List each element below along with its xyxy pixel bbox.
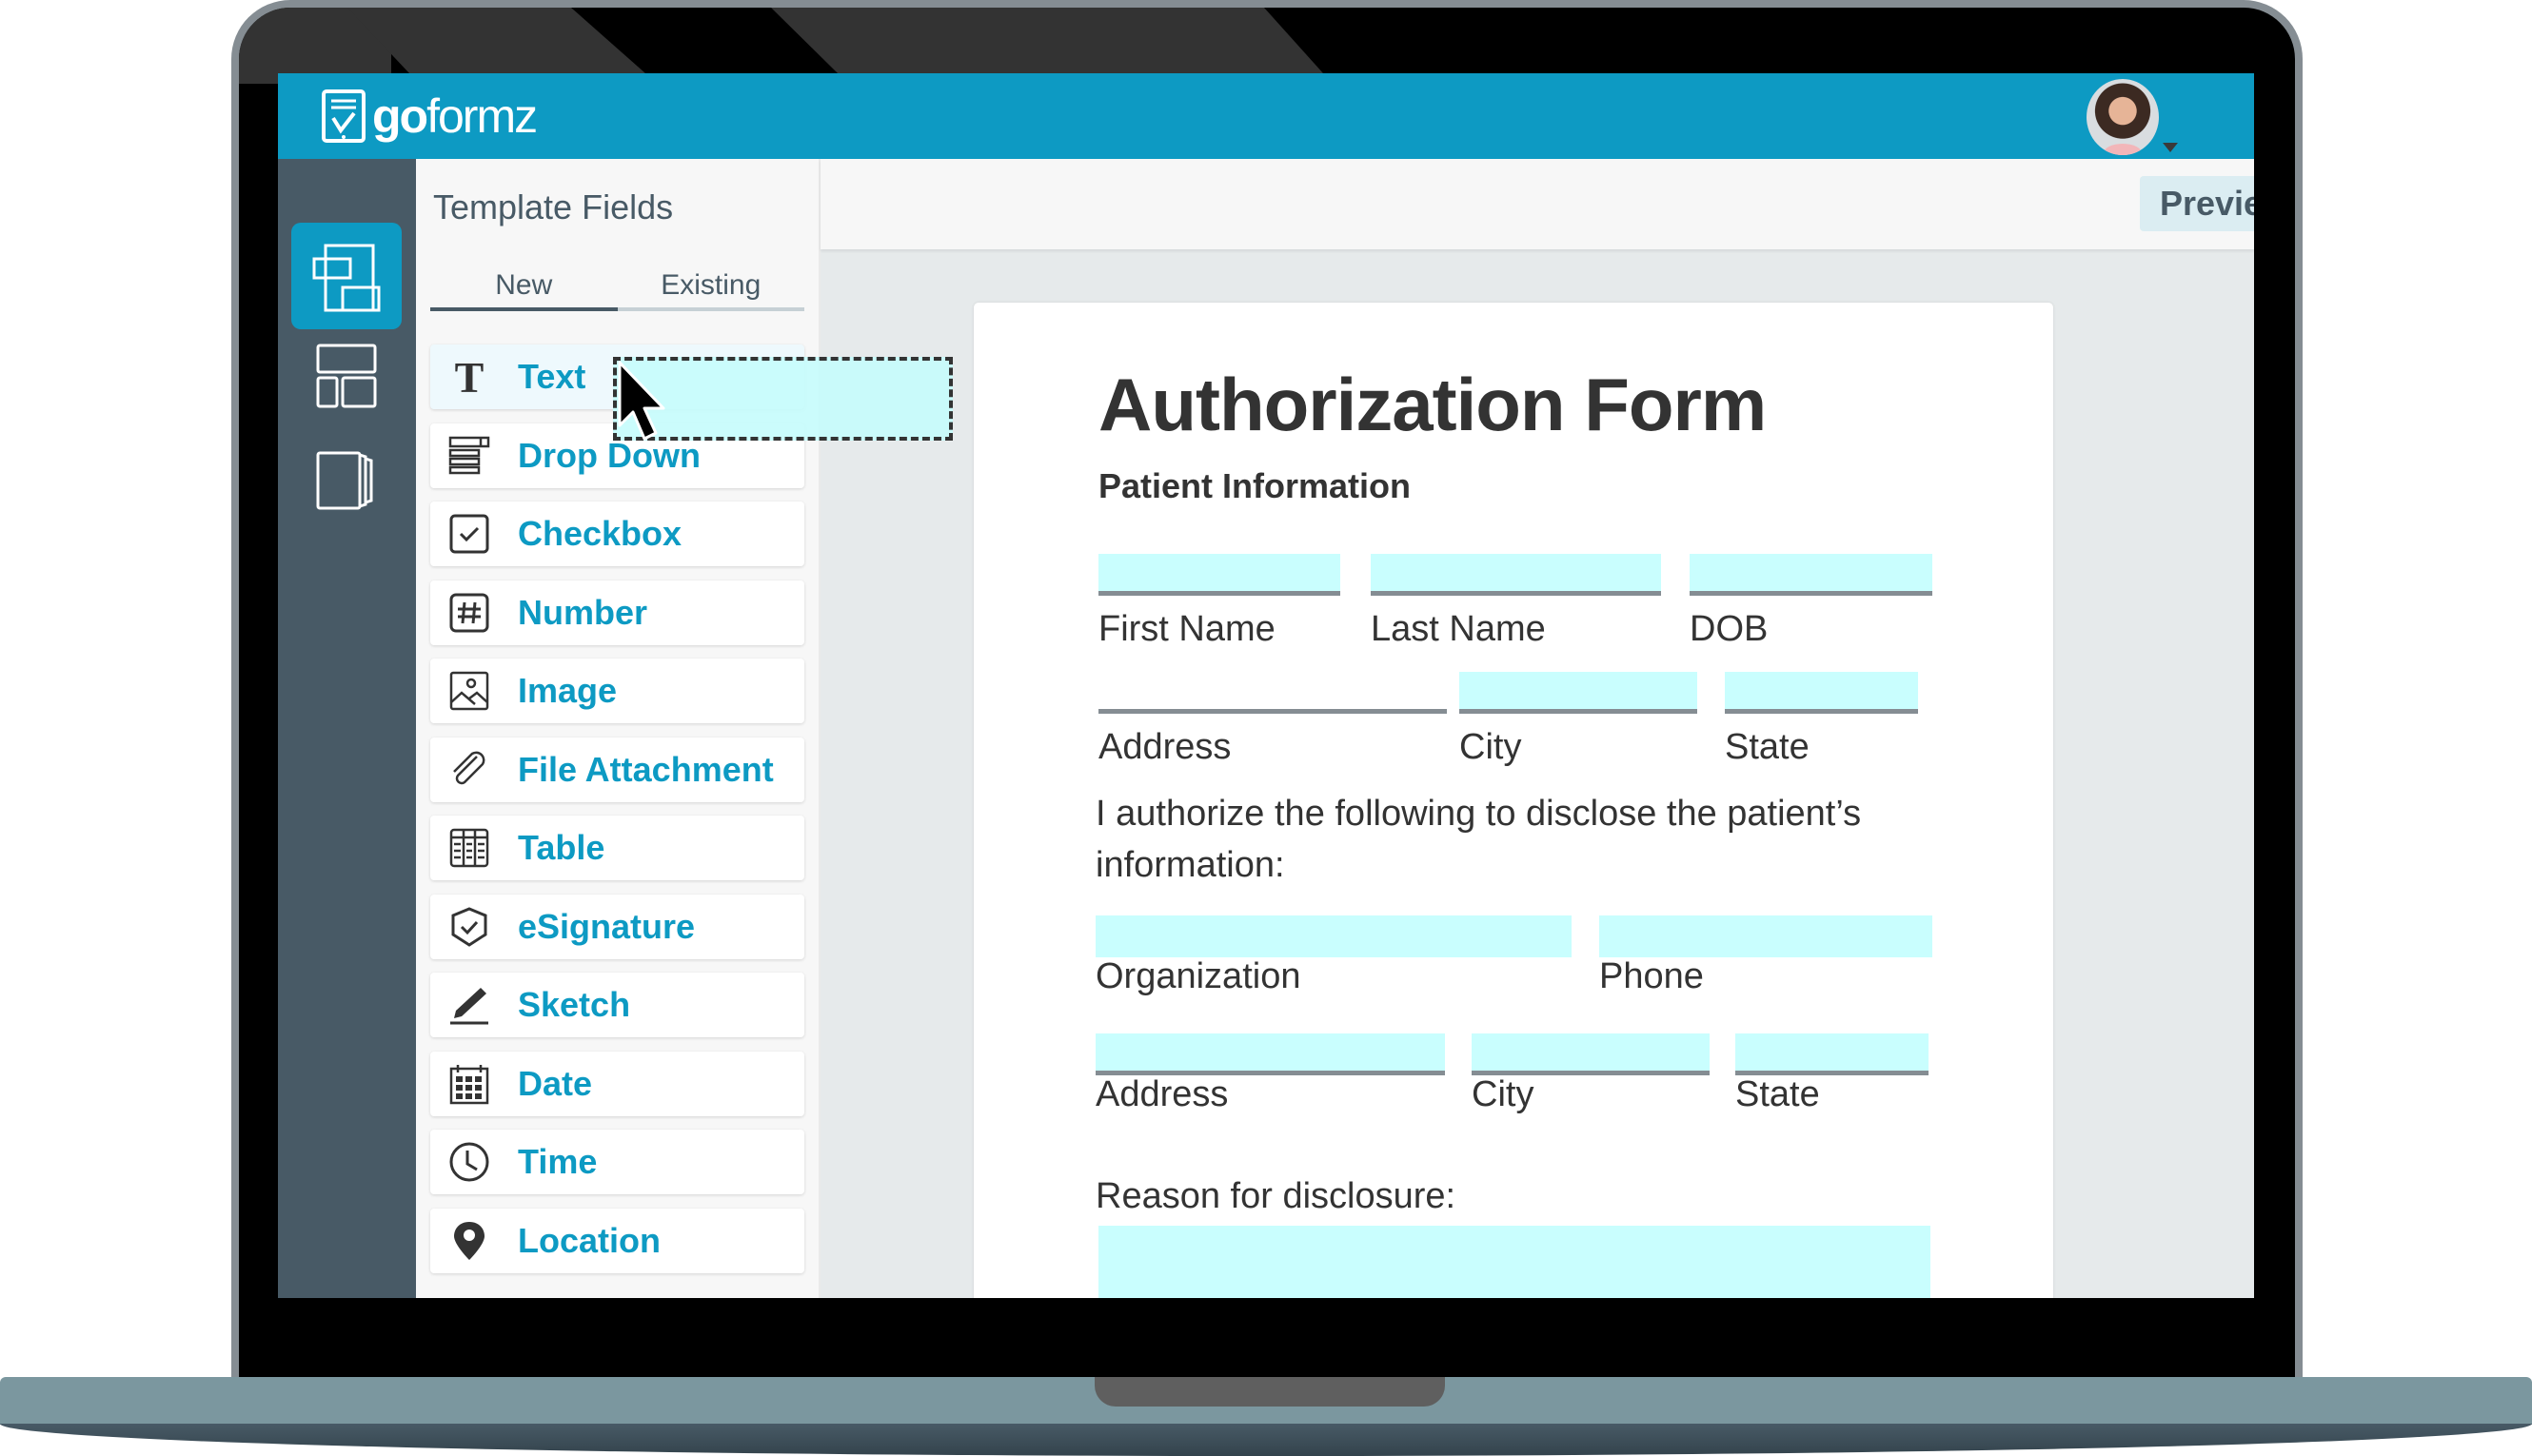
rail-layout-button[interactable] bbox=[291, 321, 402, 427]
clock-icon bbox=[445, 1141, 493, 1183]
field-label: Sketch bbox=[518, 985, 631, 1024]
field-list: T Text Drop Down Checkbox Number Image F… bbox=[430, 344, 804, 1287]
dob-field[interactable] bbox=[1690, 554, 1932, 596]
field-item-file-attachment[interactable]: File Attachment bbox=[430, 737, 804, 802]
rail-fields-button[interactable] bbox=[291, 223, 402, 329]
org-city-field[interactable] bbox=[1472, 1033, 1710, 1075]
field-item-esignature[interactable]: eSignature bbox=[430, 894, 804, 959]
avatar-shoulders bbox=[2104, 144, 2142, 155]
address-field[interactable] bbox=[1098, 672, 1447, 714]
org-address-field[interactable] bbox=[1096, 1033, 1445, 1075]
org-state-field[interactable] bbox=[1735, 1033, 1929, 1075]
chevron-down-icon[interactable] bbox=[2163, 143, 2178, 152]
field-caption: DOB bbox=[1690, 609, 1769, 649]
icon-rail bbox=[278, 159, 416, 1298]
tablet-check-icon bbox=[322, 89, 366, 143]
reason-label: Reason for disclosure: bbox=[1096, 1176, 1456, 1216]
laptop-notch bbox=[1095, 1377, 1445, 1407]
field-caption: Last Name bbox=[1371, 609, 1546, 649]
brand-bold: go bbox=[372, 89, 428, 143]
first-name-field[interactable] bbox=[1098, 554, 1340, 596]
brand-light: formz bbox=[426, 89, 538, 143]
app-screen: goformz Template Fields New Existing T T… bbox=[278, 73, 2254, 1298]
goformz-logo[interactable]: goformz bbox=[321, 89, 538, 144]
field-caption: State bbox=[1735, 1074, 1820, 1114]
rail-pages-button[interactable] bbox=[291, 428, 402, 535]
fields-icon bbox=[312, 244, 381, 312]
laptop-base-edge bbox=[0, 1424, 2532, 1456]
city-field[interactable] bbox=[1459, 672, 1697, 714]
panel-title: Template Fields bbox=[433, 187, 674, 226]
field-caption: Organization bbox=[1096, 956, 1301, 996]
svg-text:T: T bbox=[455, 356, 485, 398]
field-item-table[interactable]: Table bbox=[430, 816, 804, 880]
field-label: Table bbox=[518, 828, 605, 867]
image-icon bbox=[445, 670, 493, 712]
field-item-image[interactable]: Image bbox=[430, 659, 804, 723]
pages-icon bbox=[316, 451, 373, 510]
field-item-checkbox[interactable]: Checkbox bbox=[430, 502, 804, 566]
map-pin-icon bbox=[445, 1220, 493, 1262]
template-fields-panel: Template Fields New Existing T Text Drop… bbox=[416, 159, 821, 1298]
field-item-location[interactable]: Location bbox=[430, 1208, 804, 1273]
mouse-cursor-icon bbox=[618, 361, 665, 441]
field-label: Text bbox=[518, 357, 586, 396]
field-label: Checkbox bbox=[518, 514, 682, 553]
table-icon bbox=[445, 827, 493, 869]
field-caption: City bbox=[1472, 1074, 1534, 1114]
checkbox-icon bbox=[445, 513, 493, 555]
user-avatar[interactable] bbox=[2087, 79, 2159, 155]
app-header: goformz bbox=[278, 73, 2254, 159]
preview-button[interactable]: Preview bbox=[2140, 176, 2254, 231]
field-caption: First Name bbox=[1098, 609, 1276, 649]
layout-icon bbox=[316, 344, 377, 408]
field-item-number[interactable]: Number bbox=[430, 580, 804, 645]
paperclip-icon bbox=[445, 749, 493, 791]
dropdown-icon bbox=[445, 435, 493, 477]
field-label: File Attachment bbox=[518, 749, 774, 789]
state-field[interactable] bbox=[1725, 672, 1918, 714]
authorization-text: I authorize the following to disclose th… bbox=[1096, 794, 1862, 885]
field-tabs: New Existing bbox=[430, 264, 804, 311]
editor-toolbar: Preview Publish bbox=[821, 159, 2254, 249]
shield-check-icon bbox=[445, 906, 493, 948]
field-label: Date bbox=[518, 1063, 593, 1103]
brand-name: goformz bbox=[372, 89, 538, 143]
calendar-icon bbox=[445, 1063, 493, 1105]
field-item-time[interactable]: Time bbox=[430, 1130, 804, 1194]
section-heading: Patient Information bbox=[1098, 466, 1412, 505]
field-item-sketch[interactable]: Sketch bbox=[430, 973, 804, 1037]
reason-field[interactable] bbox=[1098, 1226, 1930, 1298]
number-icon bbox=[445, 592, 493, 634]
tab-existing[interactable]: Existing bbox=[618, 264, 805, 307]
form-canvas: Authorization Form Patient Information F… bbox=[974, 303, 2053, 1298]
pencil-icon bbox=[445, 984, 493, 1026]
field-label: Time bbox=[518, 1142, 598, 1181]
field-caption: Phone bbox=[1599, 956, 1704, 996]
last-name-field[interactable] bbox=[1371, 554, 1661, 596]
field-caption: Address bbox=[1096, 1074, 1229, 1114]
phone-field[interactable] bbox=[1599, 915, 1932, 957]
field-label: eSignature bbox=[518, 906, 696, 946]
field-label: Location bbox=[518, 1220, 661, 1260]
field-caption: Address bbox=[1098, 727, 1232, 767]
form-title: Authorization Form bbox=[1098, 363, 1767, 446]
text-icon: T bbox=[445, 356, 493, 398]
tab-new[interactable]: New bbox=[430, 264, 618, 311]
field-label: Number bbox=[518, 592, 648, 632]
field-caption: City bbox=[1459, 727, 1522, 767]
organization-field[interactable] bbox=[1096, 915, 1572, 957]
field-label: Image bbox=[518, 671, 618, 710]
screen-glare bbox=[347, 8, 1323, 73]
field-item-date[interactable]: Date bbox=[430, 1051, 804, 1116]
field-caption: State bbox=[1725, 727, 1810, 767]
